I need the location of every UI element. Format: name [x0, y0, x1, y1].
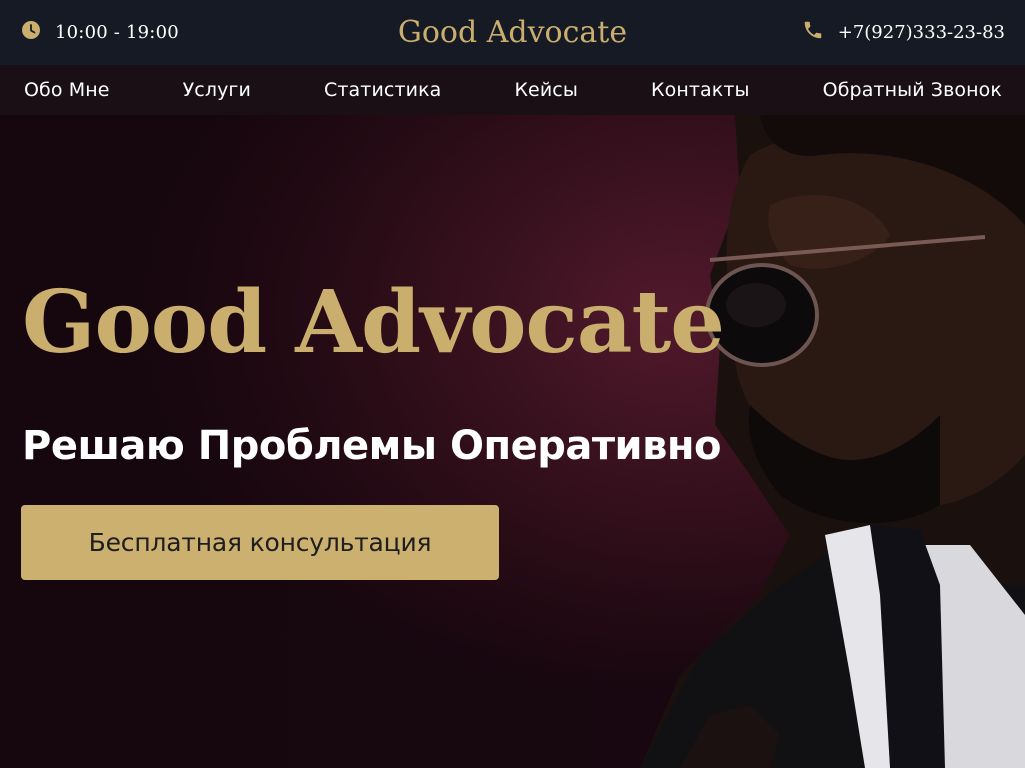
nav-item-cases[interactable]: Кейсы — [514, 79, 577, 101]
nav-item-services[interactable]: Услуги — [183, 79, 251, 101]
hero-section: Good Advocate Решаю Проблемы Оперативно … — [0, 115, 1025, 768]
phone-number[interactable]: +7(927)333-23-83 — [838, 22, 1005, 43]
top-bar: 10:00 - 19:00 Good Advocate +7(927)333-2… — [0, 0, 1025, 65]
nav-item-callback[interactable]: Обратный Звонок — [823, 79, 1002, 101]
phone-contact[interactable]: +7(927)333-23-83 — [802, 0, 1005, 65]
hero-subtitle: Решаю Проблемы Оперативно — [22, 423, 722, 469]
main-nav: Обо Мне Услуги Статистика Кейсы Контакты… — [0, 65, 1025, 115]
hero-title: Good Advocate — [22, 272, 725, 373]
phone-icon — [802, 19, 824, 46]
free-consultation-button[interactable]: Бесплатная консультация — [21, 505, 499, 580]
nav-item-statistics[interactable]: Статистика — [324, 79, 441, 101]
nav-item-contacts[interactable]: Контакты — [651, 79, 750, 101]
nav-item-about[interactable]: Обо Мне — [24, 79, 110, 101]
